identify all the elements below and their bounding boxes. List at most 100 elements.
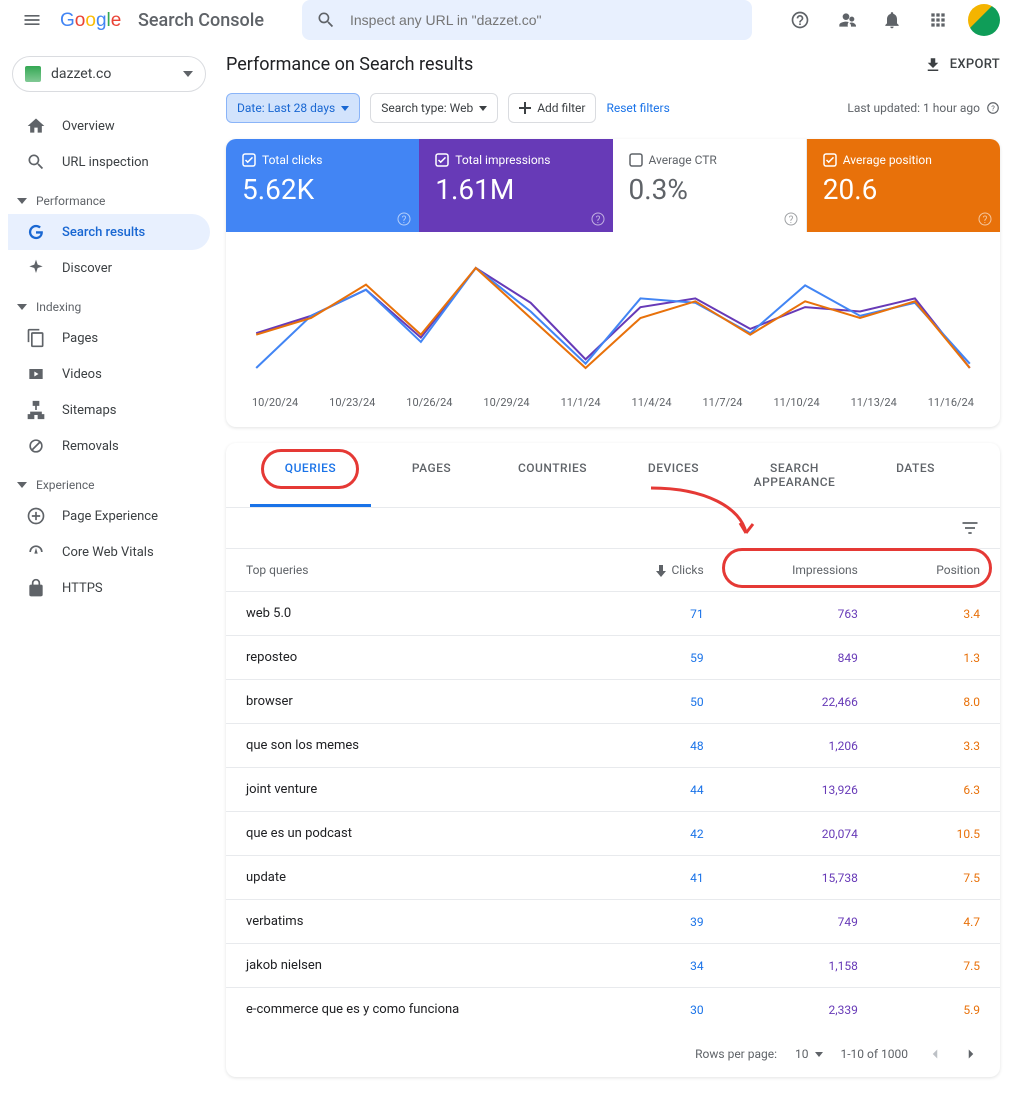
tab-countries[interactable]: COUNTRIES (492, 443, 613, 507)
checkbox-unchecked-icon (629, 153, 643, 167)
nav-videos[interactable]: Videos (8, 356, 210, 392)
plus-circle-icon (26, 506, 46, 526)
table-row[interactable]: jakob nielsen 34 1,158 7.5 (226, 944, 1000, 988)
x-axis-label: 10/20/24 (252, 396, 298, 409)
checkbox-checked-icon (242, 153, 256, 167)
table-row[interactable]: joint venture 44 13,926 6.3 (226, 768, 1000, 812)
impressions-cell: 763 (724, 592, 878, 636)
impressions-cell: 849 (724, 636, 878, 680)
nav-core-web-vitals[interactable]: Core Web Vitals (8, 534, 210, 570)
table-row[interactable]: reposteo 59 849 1.3 (226, 636, 1000, 680)
table-row[interactable]: e-commerce que es y como funciona 30 2,3… (226, 988, 1000, 1032)
table-row[interactable]: browser 50 22,466 8.0 (226, 680, 1000, 724)
help-button[interactable] (780, 0, 820, 40)
nav-search-results[interactable]: Search results (8, 214, 210, 250)
tab-dates[interactable]: DATES (855, 443, 976, 507)
table-row[interactable]: que son los memes 48 1,206 3.3 (226, 724, 1000, 768)
removals-icon (26, 436, 46, 456)
metric-impressions[interactable]: Total impressions 1.61M ? (419, 139, 612, 232)
help-icon: ? (986, 101, 1000, 115)
nav-url-inspection[interactable]: URL inspection (8, 144, 210, 180)
filter-search-type[interactable]: Search type: Web (370, 93, 498, 123)
nav-overview[interactable]: Overview (8, 108, 210, 144)
search-icon (26, 152, 46, 172)
tab-queries[interactable]: QUERIES (250, 443, 371, 507)
favicon-icon (25, 66, 41, 82)
product-name: Search Console (138, 10, 264, 31)
rows-label: Rows per page: (695, 1047, 777, 1061)
position-cell: 10.5 (878, 812, 1000, 856)
reset-filters[interactable]: Reset filters (606, 101, 669, 115)
table-row[interactable]: verbatims 39 749 4.7 (226, 900, 1000, 944)
export-button[interactable]: EXPORT (924, 56, 1000, 74)
filter-icon[interactable] (960, 518, 980, 538)
x-axis-label: 10/26/24 (406, 396, 452, 409)
svg-text:?: ? (402, 215, 407, 226)
avatar (968, 4, 1000, 36)
add-filter-button[interactable]: Add filter (508, 93, 596, 123)
search-icon (316, 10, 336, 30)
x-axis-label: 11/7/24 (703, 396, 743, 409)
impressions-cell: 749 (724, 900, 878, 944)
apps-button[interactable] (918, 0, 958, 40)
metric-clicks[interactable]: Total clicks 5.62K ? (226, 139, 419, 232)
position-cell: 3.4 (878, 592, 1000, 636)
query-cell: browser (226, 680, 595, 724)
users-button[interactable] (826, 0, 866, 40)
main: Performance on Search results EXPORT Dat… (210, 40, 1016, 1113)
metric-ctr[interactable]: Average CTR 0.3% ? (613, 139, 807, 232)
nav-sitemaps[interactable]: Sitemaps (8, 392, 210, 428)
query-cell: jakob nielsen (226, 944, 595, 988)
query-cell: reposteo (226, 636, 595, 680)
section-experience[interactable]: Experience (8, 464, 210, 498)
nav-removals[interactable]: Removals (8, 428, 210, 464)
prev-page-button[interactable] (926, 1045, 944, 1063)
col-position[interactable]: Position (878, 549, 1000, 592)
url-inspect-bar[interactable] (302, 0, 752, 40)
position-cell: 1.3 (878, 636, 1000, 680)
position-cell: 7.5 (878, 856, 1000, 900)
query-cell: joint venture (226, 768, 595, 812)
property-selector[interactable]: dazzet.co (12, 56, 206, 92)
table-row[interactable]: que es un podcast 42 20,074 10.5 (226, 812, 1000, 856)
nav-label: Sitemaps (62, 403, 117, 418)
property-label: dazzet.co (51, 66, 173, 82)
x-axis-label: 11/1/24 (561, 396, 601, 409)
chevron-down-icon (183, 71, 193, 77)
section-performance[interactable]: Performance (8, 180, 210, 214)
speed-icon (26, 542, 46, 562)
nav-discover[interactable]: Discover (8, 250, 210, 286)
nav-label: Core Web Vitals (62, 545, 154, 560)
nav-pages[interactable]: Pages (8, 320, 210, 356)
section-indexing[interactable]: Indexing (8, 286, 210, 320)
chart-area: 10/20/2410/23/2410/26/2410/29/2411/1/241… (226, 232, 1000, 427)
table-row[interactable]: update 41 15,738 7.5 (226, 856, 1000, 900)
tab-devices[interactable]: DEVICES (613, 443, 734, 507)
help-icon: ? (397, 212, 411, 226)
nav-https[interactable]: HTTPS (8, 570, 210, 606)
table-row[interactable]: web 5.0 71 763 3.4 (226, 592, 1000, 636)
tab-pages[interactable]: PAGES (371, 443, 492, 507)
clicks-cell: 42 (595, 812, 724, 856)
url-inspect-input[interactable] (350, 12, 738, 28)
x-axis-label: 10/23/24 (329, 396, 375, 409)
next-page-button[interactable] (962, 1045, 980, 1063)
clicks-cell: 30 (595, 988, 724, 1032)
notifications-button[interactable] (872, 0, 912, 40)
col-impressions[interactable]: Impressions (724, 549, 878, 592)
page-title: Performance on Search results (226, 54, 473, 75)
metric-position[interactable]: Average position 20.6 ? (807, 139, 1000, 232)
query-cell: e-commerce que es y como funciona (226, 988, 595, 1032)
col-clicks[interactable]: Clicks (595, 549, 724, 592)
clicks-cell: 34 (595, 944, 724, 988)
chevron-down-icon (815, 1052, 823, 1057)
col-queries[interactable]: Top queries (226, 549, 595, 592)
nav-page-experience[interactable]: Page Experience (8, 498, 210, 534)
filter-date[interactable]: Date: Last 28 days (226, 93, 360, 123)
hamburger-menu[interactable] (12, 0, 52, 40)
rows-per-page-select[interactable]: 10 (795, 1047, 823, 1061)
tab-search-appearance[interactable]: SEARCH APPEARANCE (734, 443, 855, 507)
account-button[interactable] (964, 0, 1004, 40)
arrow-down-icon (655, 565, 667, 577)
pages-icon (26, 328, 46, 348)
